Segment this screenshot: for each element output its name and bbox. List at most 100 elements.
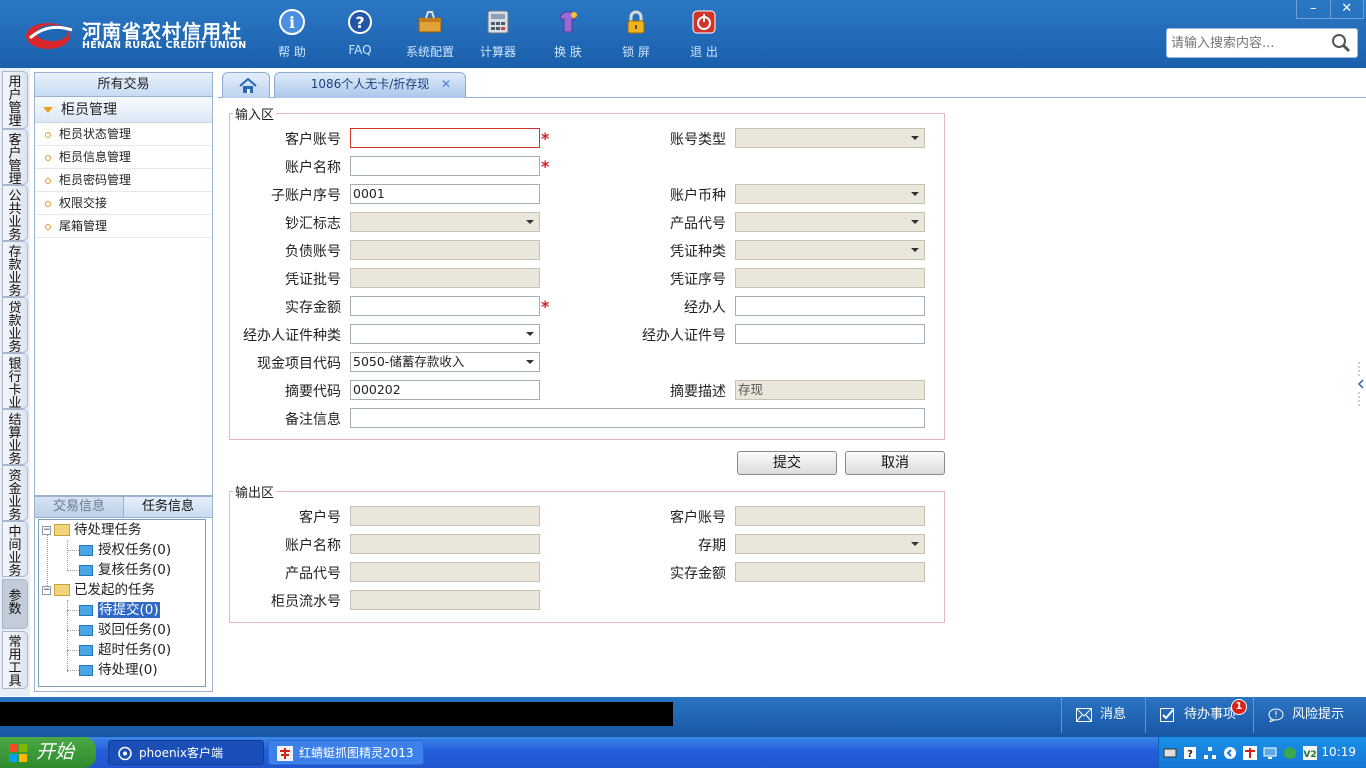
submit-button[interactable]: 提交	[737, 451, 837, 475]
vtab-loan-business[interactable]: 贷款业务	[2, 297, 28, 353]
handler-field[interactable]	[735, 296, 925, 316]
account-type-label: 账号类型	[670, 132, 726, 148]
tree-node-pending-tasks[interactable]: − 待处理任务	[42, 520, 142, 540]
tree-node-to-process[interactable]: 待处理(0)	[79, 660, 158, 680]
tree-node-to-submit[interactable]: 待提交(0)	[79, 600, 160, 620]
vtab-settlement-business[interactable]: 结算业务	[2, 409, 28, 465]
cash-item-code-select[interactable]: 5050-储蓄存款收入	[350, 352, 540, 372]
exit-button[interactable]: 退 出	[672, 8, 736, 62]
close-tab-icon[interactable]: ✕	[441, 73, 451, 95]
v2-tray-icon[interactable]: V2	[1303, 746, 1317, 760]
tree-node-initiated-tasks[interactable]: − 已发起的任务	[42, 580, 155, 600]
lock-screen-label: 锁 屏	[622, 45, 650, 59]
tab-personal-cash-deposit[interactable]: 1086个人无卡/折存现 ✕	[274, 72, 466, 98]
handler-id-no-label: 经办人证件号	[642, 328, 726, 344]
customer-account-label: 客户账号	[285, 132, 341, 148]
remark-field[interactable]	[350, 408, 925, 428]
search-icon[interactable]	[1330, 33, 1352, 53]
keyboard-icon[interactable]	[1163, 746, 1177, 760]
handler-id-no-field[interactable]	[735, 324, 925, 344]
cash-flag-select[interactable]	[350, 212, 540, 232]
tree-node-timeout[interactable]: 超时任务(0)	[79, 640, 171, 660]
faq-button[interactable]: ? FAQ	[328, 8, 392, 62]
calculator-button[interactable]: 计算器	[466, 8, 530, 62]
messages-label: 消息	[1100, 707, 1127, 722]
tray-expand-icon[interactable]	[1223, 746, 1237, 760]
vtab-public-business[interactable]: 公共业务	[2, 185, 28, 241]
messages-button[interactable]: 消息	[1061, 697, 1139, 733]
security-tray-icon[interactable]	[1283, 746, 1297, 760]
deposit-amount-field[interactable]	[350, 296, 540, 316]
minimize-button[interactable]: –	[1297, 0, 1330, 18]
out-teller-serial-field	[350, 590, 540, 610]
menu-item-teller-info[interactable]: 柜员信息管理	[35, 146, 212, 169]
menu-group-teller-management[interactable]: 柜员管理	[35, 97, 212, 123]
system-config-button[interactable]: 系统配置	[398, 8, 462, 62]
vtab-customer-management[interactable]: 客户管理	[2, 129, 28, 185]
lock-screen-button[interactable]: 锁 屏	[604, 8, 668, 62]
vtab-user-management[interactable]: 用户管理	[2, 71, 28, 129]
change-skin-button[interactable]: 换 肤	[536, 8, 600, 62]
task-icon	[79, 624, 93, 636]
deposit-amount-label: 实存金额	[285, 300, 341, 316]
windows-logo-icon	[9, 744, 27, 762]
tree-node-auth-tasks[interactable]: 授权任务(0)	[79, 540, 171, 560]
collapse-icon[interactable]: −	[42, 585, 51, 595]
vtab-bank-card-business[interactable]: 银行卡业务	[2, 353, 28, 409]
out-term-label: 存期	[698, 538, 726, 554]
tab-task-info[interactable]: 任务信息	[123, 497, 212, 517]
help-button[interactable]: i 帮 助	[260, 8, 324, 62]
change-skin-label: 换 肤	[554, 45, 582, 59]
menu-item-teller-status[interactable]: 柜员状态管理	[35, 123, 212, 146]
tab-transaction-info[interactable]: 交易信息	[35, 497, 123, 517]
taskbar-screenshot-tool[interactable]: 红蜻蜓抓图精灵2013	[268, 740, 424, 765]
input-section-title: 输入区	[235, 108, 275, 123]
menu-item-permission-handover[interactable]: 权限交接	[35, 192, 212, 215]
cancel-button[interactable]: 取消	[845, 451, 945, 475]
tree-node-rejected[interactable]: 驳回任务(0)	[79, 620, 171, 640]
toolbox-icon	[418, 11, 442, 33]
search-input[interactable]	[1171, 33, 1329, 53]
tab-title: 1086个人无卡/折存现	[310, 77, 430, 91]
voucher-type-select[interactable]	[735, 240, 925, 260]
required-mark: *	[541, 157, 550, 176]
monitor-tray-icon[interactable]	[1263, 746, 1277, 760]
tree-node-label: 超时任务(0)	[98, 642, 172, 658]
dragonfly-tray-icon[interactable]	[1243, 746, 1257, 760]
collapse-icon[interactable]: −	[42, 525, 51, 535]
tree-node-review-tasks[interactable]: 复核任务(0)	[79, 560, 171, 580]
account-type-select[interactable]	[735, 128, 925, 148]
vtab-common-tools[interactable]: 常用工具	[2, 631, 28, 689]
handler-id-type-select[interactable]	[350, 324, 540, 344]
customer-account-field[interactable]	[350, 128, 540, 148]
sub-account-no-field[interactable]: 0001	[350, 184, 540, 204]
voucher-batch-label: 凭证批号	[285, 272, 341, 288]
currency-select[interactable]	[735, 184, 925, 204]
bullet-icon	[45, 223, 51, 230]
account-name-label: 账户名称	[285, 160, 341, 176]
menu-item-label: 柜员状态管理	[59, 127, 132, 141]
out-deposit-amount-label: 实存金额	[670, 566, 726, 582]
menu-item-tail-box[interactable]: 尾箱管理	[35, 215, 212, 238]
vtab-fund-business[interactable]: 资金业务	[2, 465, 28, 521]
vtab-intermediary-business[interactable]: 中间业务	[2, 521, 28, 577]
out-product-code-field	[350, 562, 540, 582]
product-code-select[interactable]	[735, 212, 925, 232]
taskbar-phoenix-client[interactable]: phoenix客户端	[108, 740, 264, 765]
voucher-seq-label: 凭证序号	[670, 272, 726, 288]
start-button[interactable]: 开始	[0, 737, 96, 768]
tab-home[interactable]	[222, 72, 270, 98]
vtab-parameters[interactable]: 参数	[2, 579, 28, 629]
account-name-field[interactable]	[350, 156, 540, 176]
vtab-deposit-business[interactable]: 存款业务	[2, 241, 28, 297]
menu-item-teller-password[interactable]: 柜员密码管理	[35, 169, 212, 192]
risk-alert-button[interactable]: 风险提示	[1253, 697, 1353, 733]
summary-code-field[interactable]: 000202	[350, 380, 540, 400]
close-window-button[interactable]: ✕	[1329, 0, 1364, 18]
collapse-right-panel-icon[interactable]	[1356, 360, 1366, 408]
system-config-label: 系统配置	[405, 45, 454, 59]
help-tray-icon[interactable]: ?	[1183, 746, 1197, 760]
network-icon[interactable]	[1203, 746, 1217, 760]
os-taskbar: 开始 phoenix客户端 红蜻蜓抓图精灵2013 ? V2 10:19	[0, 737, 1366, 768]
expand-arrow-icon	[43, 107, 53, 113]
